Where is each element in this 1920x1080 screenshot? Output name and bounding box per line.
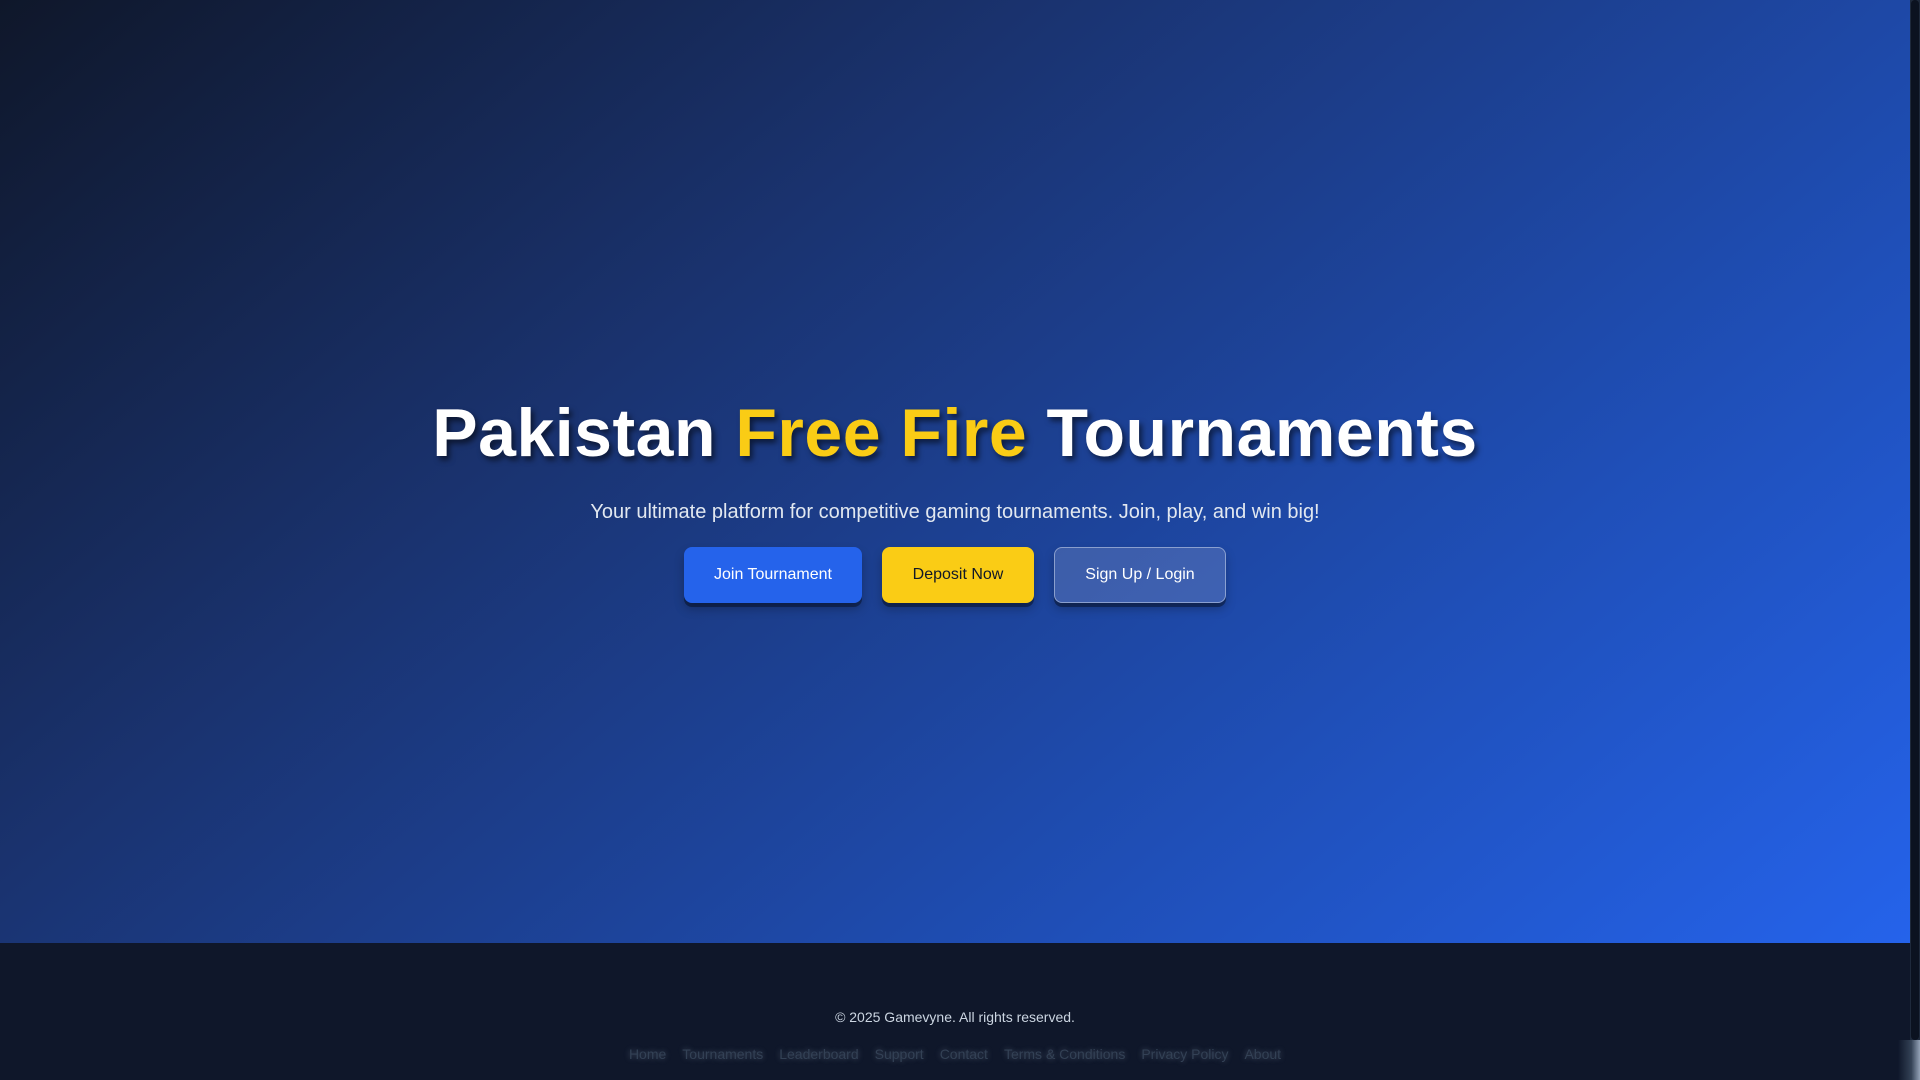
join-tournament-button[interactable]: Join Tournament	[684, 547, 862, 603]
footer-link-home[interactable]: Home	[629, 1046, 666, 1062]
page: Pakistan Free Fire Tournaments Your ulti…	[0, 0, 1910, 1080]
signup-login-button[interactable]: Sign Up / Login	[1054, 547, 1226, 603]
scrollbar-thumb[interactable]	[1911, 0, 1919, 1040]
vertical-scrollbar[interactable]	[1910, 0, 1920, 1080]
deposit-now-button[interactable]: Deposit Now	[882, 547, 1034, 603]
footer-link-privacy[interactable]: Privacy Policy	[1141, 1046, 1228, 1062]
footer-link-contact[interactable]: Contact	[940, 1046, 988, 1062]
hero-section: Pakistan Free Fire Tournaments Your ulti…	[0, 0, 1910, 943]
scroll-to-top-handle[interactable]	[1898, 1040, 1920, 1080]
hero-title-accent: Free Fire	[735, 395, 1028, 471]
cta-button-row: Join Tournament Deposit Now Sign Up / Lo…	[0, 547, 1910, 603]
footer-copyright: © 2025 Gamevyne. All rights reserved.	[835, 1009, 1075, 1025]
footer-link-about[interactable]: About	[1244, 1046, 1281, 1062]
footer-link-support[interactable]: Support	[875, 1046, 924, 1062]
footer-link-leaderboard[interactable]: Leaderboard	[779, 1046, 858, 1062]
footer-link-tournaments[interactable]: Tournaments	[682, 1046, 763, 1062]
footer-nav: Home Tournaments Leaderboard Support Con…	[0, 1046, 1910, 1062]
hero-title-part1: Pakistan	[432, 395, 736, 471]
hero-content: Pakistan Free Fire Tournaments Your ulti…	[0, 392, 1910, 603]
footer-link-terms[interactable]: Terms & Conditions	[1004, 1046, 1125, 1062]
hero-title-part2: Tournaments	[1027, 395, 1478, 471]
hero-subtitle: Your ultimate platform for competitive g…	[590, 501, 1320, 523]
footer: © 2025 Gamevyne. All rights reserved. Ho…	[0, 943, 1910, 1080]
hero-title: Pakistan Free Fire Tournaments	[0, 392, 1910, 474]
